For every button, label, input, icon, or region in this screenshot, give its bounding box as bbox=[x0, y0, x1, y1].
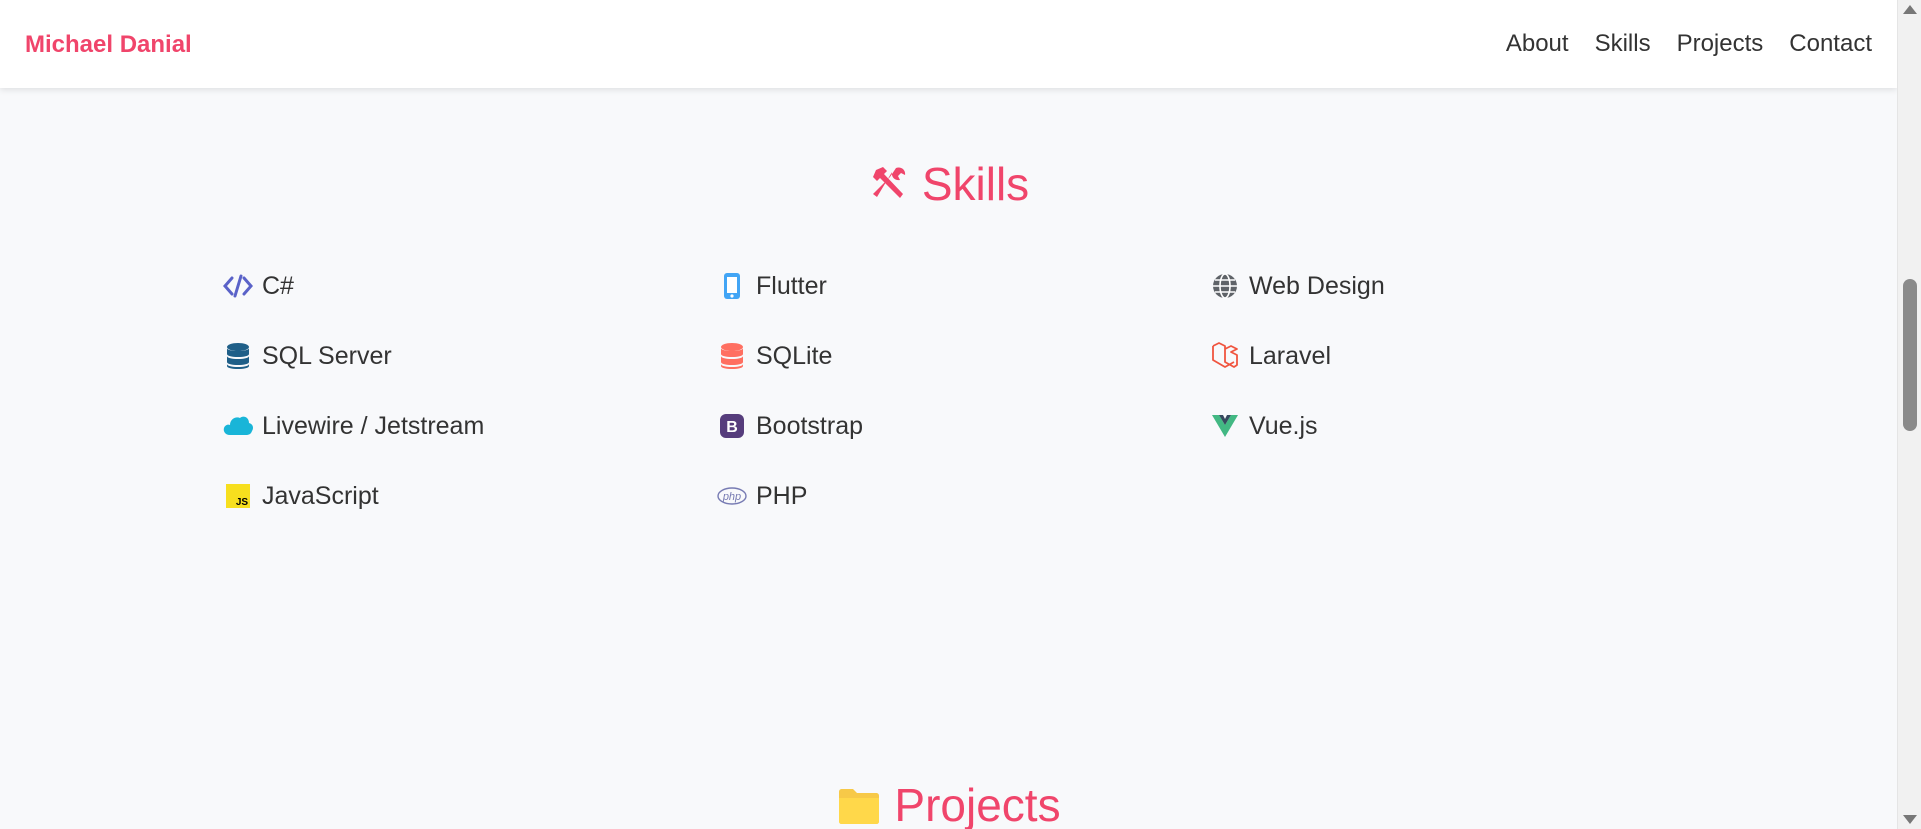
nav-link-about[interactable]: About bbox=[1506, 30, 1569, 58]
nav-link-skills[interactable]: Skills bbox=[1595, 30, 1651, 58]
database-icon bbox=[716, 340, 748, 372]
code-icon bbox=[222, 270, 254, 302]
skill-item-flutter: Flutter bbox=[716, 270, 827, 302]
svg-text:B: B bbox=[726, 419, 738, 436]
projects-title: Projects bbox=[894, 779, 1061, 829]
skill-item-livewire-jetstream: Livewire / Jetstream bbox=[222, 410, 484, 442]
mobile-icon bbox=[716, 270, 748, 302]
skill-label: SQL Server bbox=[262, 342, 392, 370]
skill-label: SQLite bbox=[756, 342, 833, 370]
skill-label: Laravel bbox=[1249, 342, 1331, 370]
skill-item-javascript: JS JavaScript bbox=[222, 480, 379, 512]
skill-label: PHP bbox=[756, 482, 808, 510]
skill-label: Vue.js bbox=[1249, 412, 1318, 440]
skill-item-bootstrap: B Bootstrap bbox=[716, 410, 863, 442]
cloud-icon bbox=[222, 410, 254, 442]
skill-item-vuejs: Vue.js bbox=[1209, 410, 1318, 442]
svg-text:JS: JS bbox=[236, 497, 249, 508]
skill-label: Bootstrap bbox=[756, 412, 864, 440]
vue-icon bbox=[1209, 410, 1241, 442]
skill-label: JavaScript bbox=[262, 482, 379, 510]
skills-heading: Skills bbox=[0, 157, 1897, 211]
brand-logo[interactable]: Michael Danial bbox=[25, 31, 192, 59]
scroll-down-arrow-icon[interactable] bbox=[1903, 815, 1917, 824]
javascript-icon: JS bbox=[222, 480, 254, 512]
vertical-scrollbar[interactable] bbox=[1897, 0, 1921, 829]
tools-icon bbox=[868, 163, 910, 205]
scrollbar-thumb[interactable] bbox=[1903, 279, 1917, 431]
skill-item-sqlite: SQLite bbox=[716, 340, 832, 372]
globe-icon bbox=[1209, 270, 1241, 302]
nav-links: About Skills Projects Contact bbox=[1506, 30, 1872, 58]
bootstrap-icon: B bbox=[716, 410, 748, 442]
skill-item-csharp: C# bbox=[222, 270, 294, 302]
skill-label: Livewire / Jetstream bbox=[262, 412, 485, 440]
navbar: Michael Danial About Skills Projects Con… bbox=[0, 0, 1897, 88]
skill-label: C# bbox=[262, 272, 294, 300]
nav-link-contact[interactable]: Contact bbox=[1789, 30, 1872, 58]
page: Michael Danial About Skills Projects Con… bbox=[0, 0, 1897, 829]
projects-heading: Projects bbox=[0, 778, 1897, 829]
skill-label: Flutter bbox=[756, 272, 827, 300]
database-icon bbox=[222, 340, 254, 372]
skill-item-laravel: Laravel bbox=[1209, 340, 1331, 372]
skill-item-php: php PHP bbox=[716, 480, 807, 512]
skill-item-web-design: Web Design bbox=[1209, 270, 1385, 302]
skill-item-sql-server: SQL Server bbox=[222, 340, 392, 372]
scroll-up-arrow-icon[interactable] bbox=[1903, 5, 1917, 14]
skill-label: Web Design bbox=[1249, 272, 1385, 300]
nav-link-projects[interactable]: Projects bbox=[1677, 30, 1764, 58]
php-icon: php bbox=[716, 480, 748, 512]
skills-title: Skills bbox=[921, 158, 1030, 210]
laravel-icon bbox=[1209, 340, 1241, 372]
folder-icon bbox=[836, 782, 882, 828]
svg-text:php: php bbox=[722, 491, 741, 503]
